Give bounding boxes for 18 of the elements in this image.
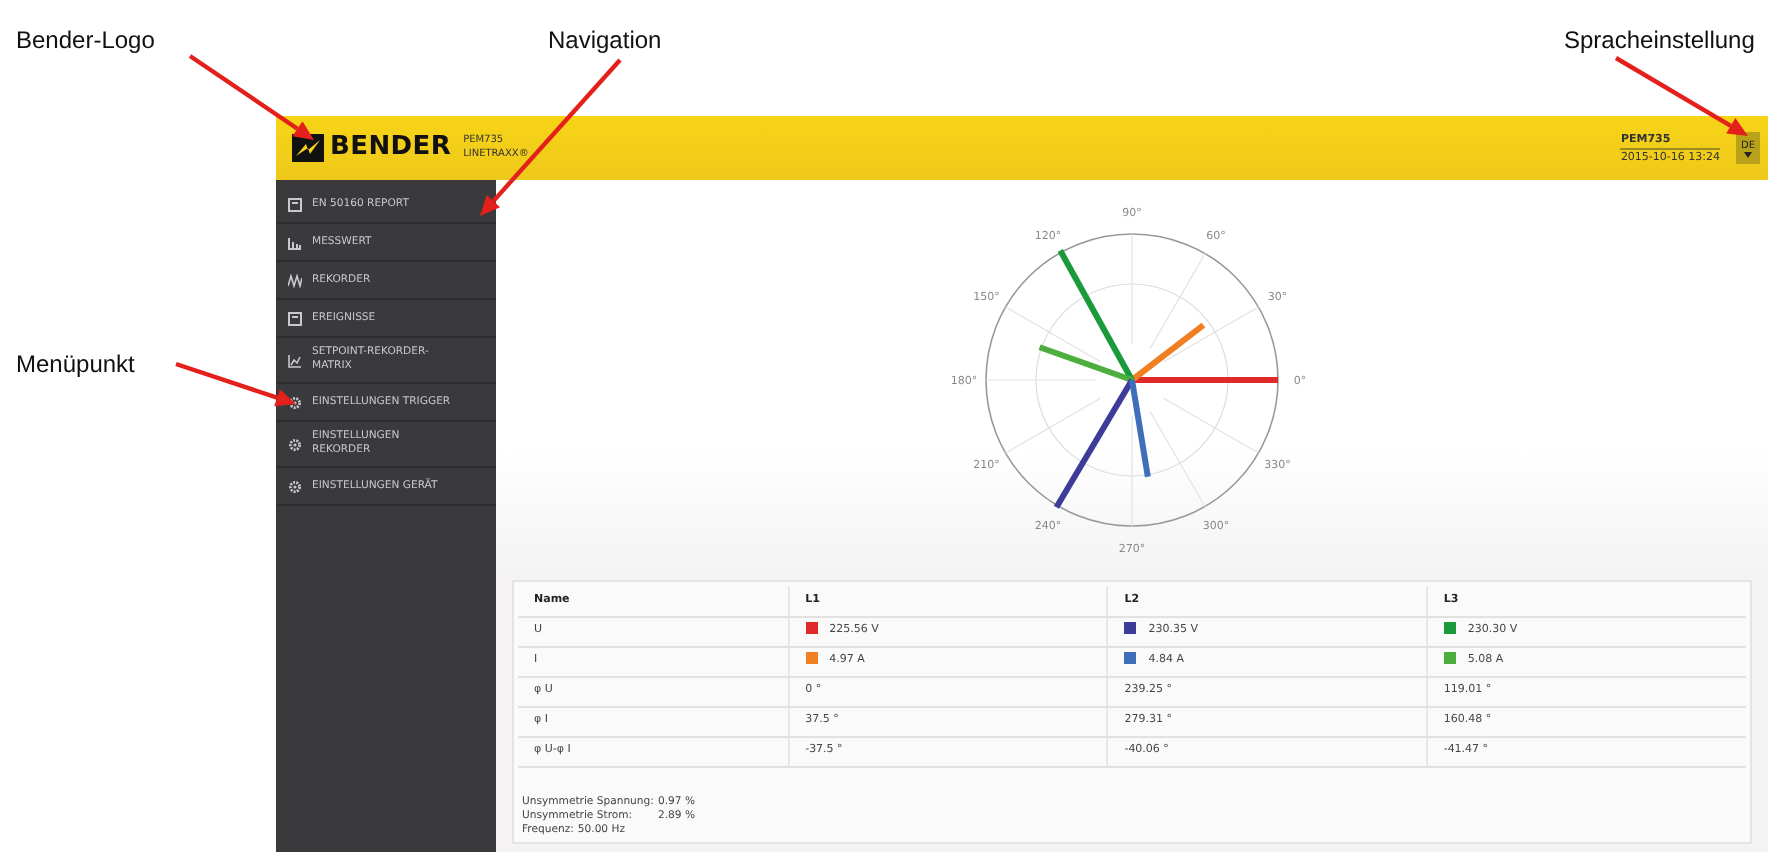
gear-icon bbox=[288, 395, 302, 409]
document-icon bbox=[288, 311, 302, 325]
wave-icon bbox=[288, 273, 302, 287]
gear-icon bbox=[288, 479, 302, 493]
callout-label: Navigation bbox=[548, 24, 662, 58]
chart-icon bbox=[288, 353, 302, 367]
callout-label: Menüpunkt bbox=[16, 348, 135, 382]
callout-label: Spracheinstellung bbox=[1564, 24, 1755, 58]
logo-text: BENDER bbox=[330, 130, 452, 167]
callout-arrow bbox=[188, 54, 314, 140]
caret-icon bbox=[1744, 151, 1752, 157]
logo-icon bbox=[292, 134, 324, 162]
bar-chart-icon bbox=[288, 235, 302, 249]
callout-arrow bbox=[175, 361, 296, 407]
callout-arrow bbox=[1614, 56, 1748, 136]
callout-label: Bender-Logo bbox=[16, 24, 155, 58]
gear-icon bbox=[288, 437, 302, 451]
document-icon bbox=[288, 197, 302, 211]
